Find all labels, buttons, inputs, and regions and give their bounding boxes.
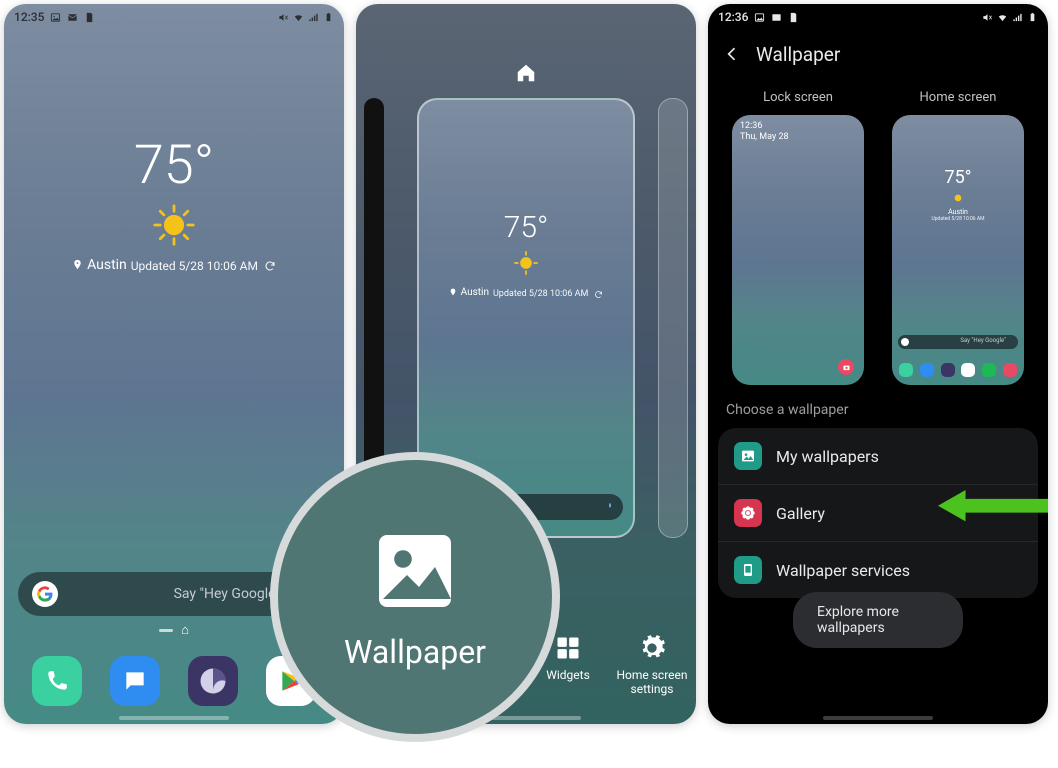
camera-shortcut-icon (838, 359, 854, 375)
wallpaper-services-option[interactable]: Wallpaper services (718, 542, 1038, 598)
home-indicator-icon: ⌂ (181, 622, 189, 638)
image-icon (754, 12, 765, 23)
my-wallpapers-option[interactable]: My wallpapers (718, 428, 1038, 485)
signal-icon (308, 12, 319, 23)
sun-icon (152, 203, 196, 247)
battery-icon (323, 12, 334, 23)
wifi-icon (293, 12, 304, 23)
status-bar: 12:35 (4, 4, 344, 30)
internet-app[interactable] (188, 656, 238, 706)
mic-icon (605, 502, 615, 512)
status-bar: 12:36 (708, 4, 1048, 30)
mail-icon (67, 12, 78, 23)
doc-icon (84, 12, 95, 23)
status-time: 12:35 (14, 10, 44, 24)
mute-icon (982, 12, 993, 23)
image-icon (50, 12, 61, 23)
google-icon (32, 581, 58, 607)
messages-app[interactable] (110, 656, 160, 706)
signal-icon (1012, 12, 1023, 23)
home-screen-preview-label: Home screen (920, 90, 997, 105)
location: Austin (72, 257, 127, 273)
lock-screen-preview[interactable]: 12:36 Thu, May 28 (732, 115, 864, 385)
weather-widget[interactable]: 75° Austin Updated 5/28 10:06 AM (4, 134, 344, 275)
page-header: Wallpaper (708, 34, 1048, 74)
wallpaper-source-list: My wallpapers Gallery Wallpaper services (718, 428, 1038, 598)
section-label: Choose a wallpaper (726, 402, 848, 418)
home-settings-label: Home screensettings (616, 668, 687, 696)
temperature: 75° (419, 210, 633, 245)
gear-icon (638, 634, 666, 662)
flower-icon (734, 499, 762, 527)
doc-icon (788, 12, 799, 23)
temperature: 75° (4, 134, 344, 197)
wallpaper-services-icon (734, 556, 762, 584)
phone-app[interactable] (32, 656, 82, 706)
mail-icon (771, 12, 782, 23)
back-button[interactable] (722, 44, 742, 64)
home-screen-preview[interactable]: 75° Austin Updated 5/28 10:06 AM Say "He… (892, 115, 1024, 385)
page-title: Wallpaper (756, 43, 840, 66)
search-hint: Say "Hey Google" (174, 586, 280, 602)
sun-icon (512, 249, 540, 277)
lock-screen-preview-label: Lock screen (763, 90, 833, 105)
mute-icon (278, 12, 289, 23)
home-settings-action[interactable]: Home screensettings (612, 634, 692, 696)
image-icon (734, 442, 762, 470)
wallpaper-settings-screen: 12:36 Wallpaper Lock screen 12:36 (708, 4, 1048, 724)
nav-gesture-bar (823, 716, 933, 720)
status-time: 12:36 (718, 10, 748, 24)
explore-more-button[interactable]: Explore more wallpapers (793, 592, 963, 648)
page-preview-right[interactable] (658, 98, 688, 538)
weather-updated: Updated 5/28 10:06 AM (131, 259, 276, 273)
widgets-icon (554, 634, 582, 662)
battery-icon (1027, 12, 1038, 23)
wallpaper-callout: Wallpaper (270, 452, 560, 742)
gallery-option[interactable]: Gallery (718, 485, 1038, 542)
wifi-icon (997, 12, 1008, 23)
wallpaper-callout-label: Wallpaper (344, 633, 486, 671)
home-icon (515, 62, 537, 84)
nav-gesture-bar (119, 716, 229, 720)
image-icon (367, 523, 463, 619)
